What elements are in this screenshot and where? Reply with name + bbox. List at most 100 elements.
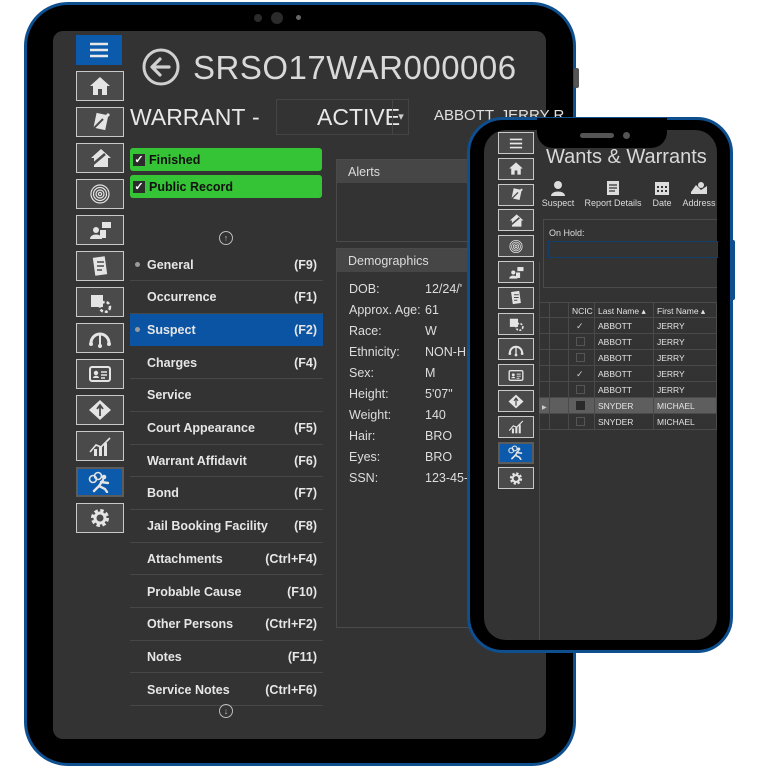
last-name-cell: ABBOTT [595,334,654,350]
nav-item-charges[interactable]: Charges (F4) [130,347,323,380]
nav-item-jail-booking-facility[interactable]: Jail Booking Facility (F8) [130,511,323,543]
stats-rail-button[interactable] [76,431,124,461]
gear-rail-button[interactable] [498,467,534,490]
demographic-label: Eyes: [349,450,381,464]
ncic-checkbox[interactable] [576,417,585,426]
nav-item-attachments[interactable]: Attachments (Ctrl+F4) [130,543,323,576]
nav-shortcut: (F7) [294,486,317,501]
scroll-down-button[interactable]: ↓ [219,704,233,718]
id-card-icon [508,369,524,381]
traffic-rail-button[interactable] [498,338,534,361]
menu-icon [90,42,108,58]
evidence-icon [509,318,524,332]
demographic-value: 123-45- [425,471,469,485]
row-indicator [539,414,550,430]
property-icon [90,222,111,239]
nav-item-service-notes[interactable]: Service Notes (Ctrl+F6) [130,674,323,707]
burglary-rail-button[interactable] [498,209,534,232]
notebook-rail-button[interactable] [76,251,124,281]
home-rail-button[interactable] [498,157,534,180]
nav-shortcut: (Ctrl+F6) [265,682,317,697]
first-name-cell: JERRY [654,318,717,334]
public-record-flag[interactable]: ✓ Public Record [130,175,322,198]
last-name-cell: ABBOTT [595,350,654,366]
nav-label: Charges [147,355,198,370]
on-hold-input[interactable] [548,241,718,258]
menu-rail-button[interactable] [498,132,534,154]
fingerprint-rail-button[interactable] [498,235,534,258]
record-id: SRSO17WAR000006 [193,49,517,86]
home-rail-button[interactable] [76,71,124,101]
column-header[interactable]: NCIC [569,302,595,318]
nav-item-service[interactable]: Service [130,380,323,412]
burglary-rail-button[interactable] [76,143,124,173]
report-rail-button[interactable] [498,183,534,206]
demographic-row: Approx. Age: 61 [337,303,477,324]
column-header[interactable]: First Name ▴ [654,302,717,318]
traffic-rail-button[interactable] [76,323,124,353]
nav-item-notes[interactable]: Notes (F11) [130,641,323,674]
warrant-rail-button[interactable] [76,467,124,497]
speaker-grille [580,133,614,138]
nav-label: Service Notes [147,682,230,697]
directions-icon [89,400,111,420]
finished-flag[interactable]: ✓ Finished [130,148,322,171]
back-button[interactable] [141,47,181,87]
ncic-checkbox[interactable] [576,353,585,362]
nav-item-suspect[interactable]: Suspect (F2) [130,314,323,347]
report-rail-button[interactable] [76,107,124,137]
nav-item-occurrence[interactable]: Occurrence (F1) [130,282,323,314]
demographic-value: 5'07" [425,387,453,401]
alerts-panel: Alerts [336,159,476,242]
scroll-up-button[interactable]: ↑ [219,231,233,245]
nav-label: Occurrence [147,290,217,305]
gear-rail-button[interactable] [76,503,124,533]
ncic-checkbox[interactable] [576,337,585,346]
toolbar-address[interactable]: Address [681,180,717,208]
nav-item-other-persons[interactable]: Other Persons (Ctrl+F2) [130,609,323,641]
ncic-checkbox[interactable] [576,401,585,410]
demographic-label: Ethnicity: [349,345,400,359]
demographic-label: Sex: [349,366,375,380]
nav-label: Notes [147,649,182,664]
checkmark-icon[interactable]: ✓ [576,366,584,381]
status-dropdown[interactable]: ACTIVE ▾ [276,99,409,135]
toolbar-report-details[interactable]: Report Details [584,180,642,208]
demographic-value: W [425,324,437,338]
demographic-label: DOB: [349,282,380,296]
report-icon [91,112,110,131]
fingerprint-rail-button[interactable] [76,179,124,209]
nav-item-warrant-affidavit[interactable]: Warrant Affidavit (F6) [130,445,323,478]
ncic-checkbox[interactable] [576,385,585,394]
toolbar-suspect[interactable]: Suspect [541,180,575,208]
menu-rail-button[interactable] [76,35,122,65]
nav-label: General [147,257,194,272]
notebook-rail-button[interactable] [498,286,534,309]
evidence-rail-button[interactable] [498,312,534,335]
property-rail-button[interactable] [76,215,124,245]
demographic-row: Sex: M [337,366,477,387]
toolbar-date[interactable]: Date [651,180,673,208]
ncic-cell [569,414,595,430]
warrant-rail-button[interactable] [498,441,534,464]
nav-item-general[interactable]: General (F9) [130,249,323,281]
id-card-rail-button[interactable] [76,359,124,389]
column-header[interactable]: Last Name ▴ [595,302,654,318]
nav-label: Attachments [147,551,223,566]
id-card-rail-button[interactable] [498,364,534,387]
home-icon [90,77,110,95]
checkmark-icon[interactable]: ✓ [576,318,584,333]
nav-item-court-appearance[interactable]: Court Appearance (F5) [130,413,323,445]
nav-item-bond[interactable]: Bond (F7) [130,478,323,510]
demographic-value: 12/24/' [425,282,463,296]
id-card-icon [89,366,111,382]
directions-rail-button[interactable] [498,390,534,412]
document-icon [607,181,619,195]
evidence-rail-button[interactable] [76,287,124,317]
last-name-cell: ABBOTT [595,366,654,382]
directions-rail-button[interactable] [76,395,124,425]
property-rail-button[interactable] [498,261,534,283]
stats-rail-button[interactable] [498,415,534,438]
nav-item-probable-cause[interactable]: Probable Cause (F10) [130,576,323,608]
first-name-cell: JERRY [654,350,717,366]
